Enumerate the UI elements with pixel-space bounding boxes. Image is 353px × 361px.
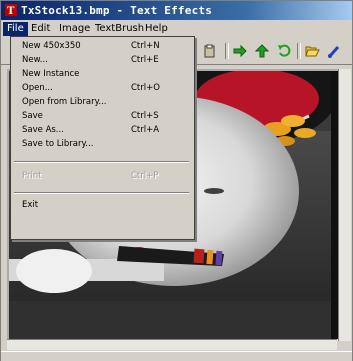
menu-help[interactable]: Help xyxy=(141,22,172,36)
up-button[interactable] xyxy=(253,42,271,60)
status-bar xyxy=(1,351,352,361)
menu-edit[interactable]: Edit xyxy=(27,22,54,36)
menu-item-save-to-library[interactable]: Save to Library... xyxy=(11,138,192,151)
menu-item-exit[interactable]: Exit xyxy=(11,199,192,212)
refresh-icon xyxy=(278,44,291,57)
refresh-button[interactable] xyxy=(275,42,293,60)
menu-item-open-from-library[interactable]: Open from Library... xyxy=(11,96,192,109)
svg-text:T: T xyxy=(7,6,15,16)
brush-icon xyxy=(328,46,340,58)
menu-item-new-450x350[interactable]: New 450x350 Ctrl+N xyxy=(11,40,192,53)
menu-separator xyxy=(14,161,189,163)
toolbar-separator xyxy=(297,43,301,59)
open-folder-button[interactable] xyxy=(303,42,321,60)
file-menu-dropdown: New 450x350 Ctrl+N New... Ctrl+E New Ins… xyxy=(10,36,195,240)
arrow-right-icon xyxy=(233,44,247,58)
window-title: TxStock13.bmp - Text Effects xyxy=(21,4,213,17)
title-bar[interactable]: T TxStock13.bmp - Text Effects xyxy=(1,1,352,20)
arrow-up-icon xyxy=(255,44,269,58)
app-window: T TxStock13.bmp - Text Effects File Edit… xyxy=(0,0,353,361)
menu-item-print: Print Ctrl+P xyxy=(22,171,159,181)
paste-button[interactable] xyxy=(201,42,219,60)
toolbar-separator xyxy=(225,43,229,59)
menu-item-save[interactable]: Save Ctrl+S xyxy=(11,110,192,123)
menu-file[interactable]: File xyxy=(3,22,28,36)
menu-textbrush[interactable]: TextBrush xyxy=(91,22,148,36)
app-icon: T xyxy=(5,4,17,16)
paste-icon xyxy=(204,44,215,58)
open-folder-icon xyxy=(304,46,320,57)
menu-image[interactable]: Image xyxy=(55,22,94,36)
menu-item-save-as[interactable]: Save As... Ctrl+A xyxy=(11,124,192,137)
menu-item-open[interactable]: Open... Ctrl+O xyxy=(11,82,192,95)
forward-button[interactable] xyxy=(231,42,249,60)
menu-item-new-instance[interactable]: New Instance xyxy=(11,68,192,81)
menu-item-new[interactable]: New... Ctrl+E xyxy=(11,54,192,67)
vertical-scrollbar[interactable] xyxy=(338,69,351,341)
horizontal-scrollbar[interactable] xyxy=(7,339,337,350)
brush-button[interactable] xyxy=(325,42,343,60)
menu-separator xyxy=(14,192,189,194)
